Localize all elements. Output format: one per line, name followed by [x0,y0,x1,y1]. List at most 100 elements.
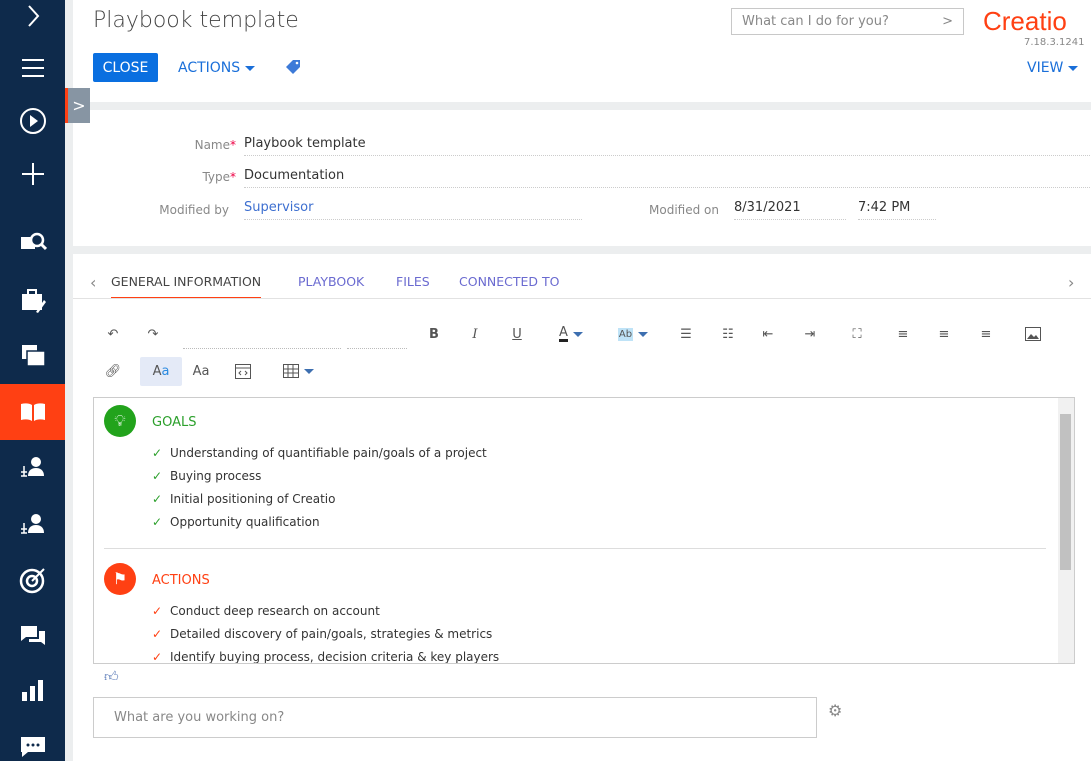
fullscreen-button[interactable]: ⛶ [845,322,869,346]
sidebar-item-activities[interactable] [0,272,65,328]
text-style-button[interactable]: Aa [140,357,182,386]
rich-text-editor[interactable]: 💡︎ GOALS ✓ Understanding of quantifiable … [93,397,1075,664]
align-right-button[interactable]: ≡ [974,322,998,346]
editor-scrollbar[interactable] [1058,398,1074,663]
undo-icon: ↶ [107,326,119,342]
underline-button[interactable]: U [505,322,529,346]
sidebar-item-playbook[interactable] [0,384,65,440]
type-label: Type* [202,170,236,184]
indent-icon: ⇥ [804,326,816,342]
insert-image-button[interactable] [1021,322,1045,346]
sidebar-item-leads[interactable] [0,497,65,553]
sidebar-item-campaigns[interactable] [0,552,65,608]
outdent-icon: ⇤ [762,326,774,342]
tab-general-information[interactable]: GENERAL INFORMATION [111,274,262,299]
modified-by-label: Modified by [159,203,229,217]
search-placeholder: What can I do for you? [742,14,889,29]
link-button[interactable]: 🔗︎ [101,359,125,383]
caret-down-icon [638,331,649,337]
tab-connected-to[interactable]: CONNECTED TO [459,274,560,289]
modified-by-link[interactable]: Supervisor [244,198,582,220]
align-left-button[interactable]: ≡ [891,322,915,346]
contacts-alt-icon [20,514,44,534]
processes-button[interactable] [0,93,65,149]
section-title-goals: GOALS [152,415,197,430]
undo-button[interactable]: ↶ [101,322,125,346]
sidebar-item-dashboards[interactable] [0,662,65,718]
feed-post-input[interactable]: What are you working on? [93,697,817,738]
chevron-right-icon: > [72,96,86,115]
list-item: ✓ Buying process [152,469,262,483]
tabs-scroll-right[interactable]: › [1068,273,1074,292]
tabs-scroll-left[interactable]: ‹ [90,273,96,292]
feed-settings-button[interactable]: ⚙ [828,701,842,720]
bold-button[interactable]: B [422,322,446,346]
numbered-list-button[interactable]: ☰ [674,322,698,346]
briefcase-icon [21,289,46,313]
version-label: 7.18.3.1241 [1024,37,1085,48]
indent-button[interactable]: ⇥ [798,322,822,346]
fullscreen-icon: ⛶ [852,326,862,342]
name-label: Name* [194,138,236,152]
separator [73,246,1091,254]
list-item: ✓ Identify buying process, decision crite… [152,650,500,664]
expand-sidebar-button[interactable] [0,0,65,44]
type-field[interactable]: Documentation [244,166,1090,188]
sidebar-item-projects[interactable] [0,327,65,383]
modified-on-date[interactable]: 8/31/2021 [734,198,846,220]
list-item: ✓ Opportunity qualification [152,515,320,529]
source-code-button[interactable] [231,359,255,383]
redo-icon: ↷ [147,326,159,342]
add-button[interactable] [0,146,65,202]
insert-table-button[interactable] [281,359,315,383]
sidebar-item-chats[interactable] [0,608,65,664]
text-style-icon: Aa [152,364,170,379]
caret-down-icon [245,65,256,71]
tag-button[interactable] [285,59,301,79]
font-family-select[interactable] [183,348,341,349]
toggle-panel-button[interactable]: > [65,88,90,123]
section-title-actions: ACTIONS [152,573,210,588]
modified-on-time[interactable]: 7:42 PM [858,198,936,220]
tab-playbook[interactable]: PLAYBOOK [298,274,364,289]
actions-button[interactable]: ACTIONS [178,60,256,76]
command-search-input[interactable]: What can I do for you? > [731,8,964,35]
menu-icon [21,59,44,77]
outdent-button[interactable]: ⇤ [756,322,780,346]
align-right-icon: ≡ [980,326,992,342]
tag-icon [286,60,300,74]
creatio-logo: Creatio [983,6,1067,36]
sidebar [0,0,65,761]
play-icon [19,108,46,134]
check-icon: ✓ [152,627,163,641]
separator [73,102,1091,110]
link-icon: 🔗︎ [104,363,122,379]
view-button[interactable]: VIEW [1027,60,1079,76]
sidebar-item-feed-search[interactable] [0,215,65,271]
chart-icon [21,680,43,701]
italic-button[interactable]: I [463,322,487,346]
menu-button[interactable] [0,40,65,96]
sidebar-item-contacts[interactable] [0,440,65,496]
font-color-icon: A [559,325,568,342]
tab-files[interactable]: FILES [396,274,430,289]
highlight-color-button[interactable]: Ab [615,322,651,346]
font-size-select[interactable] [347,348,407,349]
source-code-icon [235,363,251,379]
name-field[interactable]: Playbook template [244,134,1090,156]
message-icon [20,737,45,757]
flag-icon: ⚑ [104,563,136,595]
align-center-button[interactable]: ≡ [932,322,956,346]
scrollbar-thumb[interactable] [1060,414,1071,570]
clear-format-icon: Aa [192,363,210,379]
close-button[interactable]: CLOSE [93,53,158,82]
clear-format-button[interactable]: Aa [189,359,213,383]
chat-icon [20,626,45,645]
like-button[interactable]: 👍︎ [104,668,119,685]
font-color-button[interactable]: A [553,322,589,346]
bullet-list-button[interactable]: ☷ [716,322,740,346]
redo-button[interactable]: ↷ [141,322,165,346]
italic-icon: I [472,326,478,342]
align-left-icon: ≡ [897,326,909,342]
sidebar-item-messages[interactable] [0,718,65,774]
